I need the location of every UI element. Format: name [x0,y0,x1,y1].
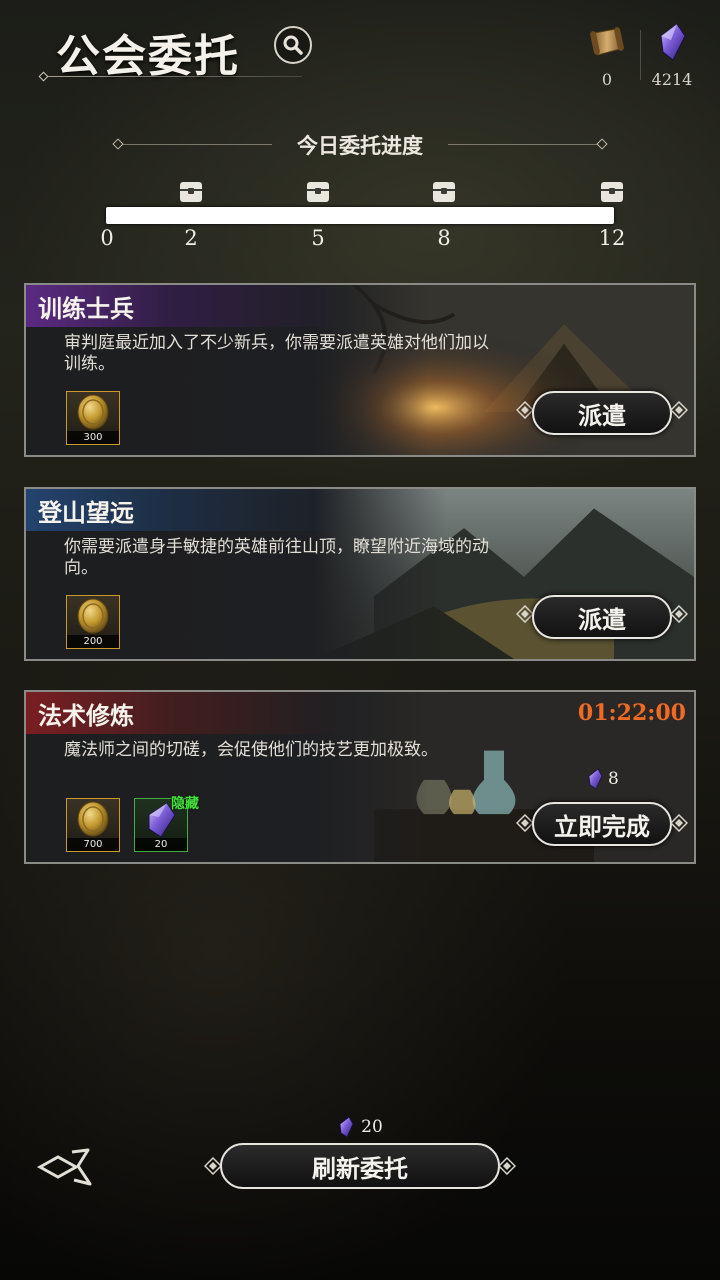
commission-card-magic[interactable]: 法术修炼 01:22:00 魔法师之间的切磋，会促使他们的技艺更加极致。 700… [24,690,696,864]
reward-slot[interactable]: 200 [66,595,120,649]
reward-count: 300 [67,431,119,444]
ornament-right-icon [670,605,688,623]
commission-title: 法术修炼 [26,692,346,734]
search-button[interactable] [274,26,312,64]
gold-coin-icon [77,394,109,430]
gold-coin-icon [77,598,109,634]
chest-icon[interactable] [179,180,203,204]
ornament-right-icon [670,814,688,832]
resource-scroll[interactable]: 0 [577,22,637,89]
reward-slot-hidden[interactable]: 20 隐藏 [134,796,199,852]
chest-icon[interactable] [306,180,330,204]
commission-description: 审判庭最近加入了不少新兵，你需要派遣英雄对他们加以训练。 [64,333,489,374]
instant-complete-cost: 8 [586,768,619,790]
chest-icon[interactable] [600,180,624,204]
progress-tick: 0 [100,226,114,250]
gold-coin-icon [77,801,109,837]
scroll-count: 0 [601,70,613,89]
crystal-icon [652,22,692,62]
commission-description: 你需要派遣身手敏捷的英雄前往山顶，瞭望附近海域的动向。 [64,537,489,578]
dispatch-button[interactable]: 派遣 [532,595,672,639]
reward-slot[interactable]: 300 [66,391,120,445]
hidden-reward-tag: 隐藏 [171,796,199,812]
crystal-icon [339,1116,354,1138]
reward-count: 700 [67,838,119,851]
commission-description: 魔法师之间的切磋，会促使他们的技艺更加极致。 [64,740,438,760]
progress-bar [106,207,614,224]
commission-card-mountain[interactable]: 登山望远 你需要派遣身手敏捷的英雄前往山顶，瞭望附近海域的动向。 200 派遣 [24,487,696,661]
crystal-icon [588,768,603,790]
cost-value: 8 [608,769,619,789]
dispatch-button[interactable]: 派遣 [532,391,672,435]
progress-label: 今日委托进度 [297,133,423,158]
commission-card-training[interactable]: 训练士兵 审判庭最近加入了不少新兵，你需要派遣英雄对他们加以训练。 300 派遣 [24,283,696,457]
instant-complete-button[interactable]: 立即完成 [532,802,672,846]
reward-count: 200 [67,635,119,648]
refresh-cost-value: 20 [361,1117,383,1137]
progress-tick: 8 [437,226,451,250]
ornament-right-icon [670,401,688,419]
chest-icon[interactable] [432,180,456,204]
title-underline-ornament [38,71,49,82]
progress-fill [108,209,612,222]
progress-tick: 12 [598,226,626,250]
refresh-cost: 20 [0,1116,720,1138]
commission-timer: 01:22:00 [577,700,686,726]
progress-divider-right [448,144,598,145]
scroll-icon [587,22,627,62]
page-title: 公会委托 [56,31,240,82]
commission-title: 训练士兵 [26,285,346,327]
back-arrow-icon [36,1148,92,1186]
progress-tick: 2 [184,226,198,250]
reward-count: 20 [135,838,187,851]
back-button[interactable] [36,1146,94,1188]
refresh-commissions-button[interactable]: 刷新委托 [220,1143,500,1189]
progress-tick: 5 [311,226,325,250]
resource-crystal[interactable]: 4214 [642,22,702,89]
search-icon [283,35,303,55]
ornament-right-icon [498,1157,516,1175]
crystal-count: 4214 [651,70,693,89]
title-underline [42,76,302,77]
resource-divider [640,30,641,80]
commission-title: 登山望远 [26,489,346,531]
reward-slot[interactable]: 700 [66,798,120,852]
